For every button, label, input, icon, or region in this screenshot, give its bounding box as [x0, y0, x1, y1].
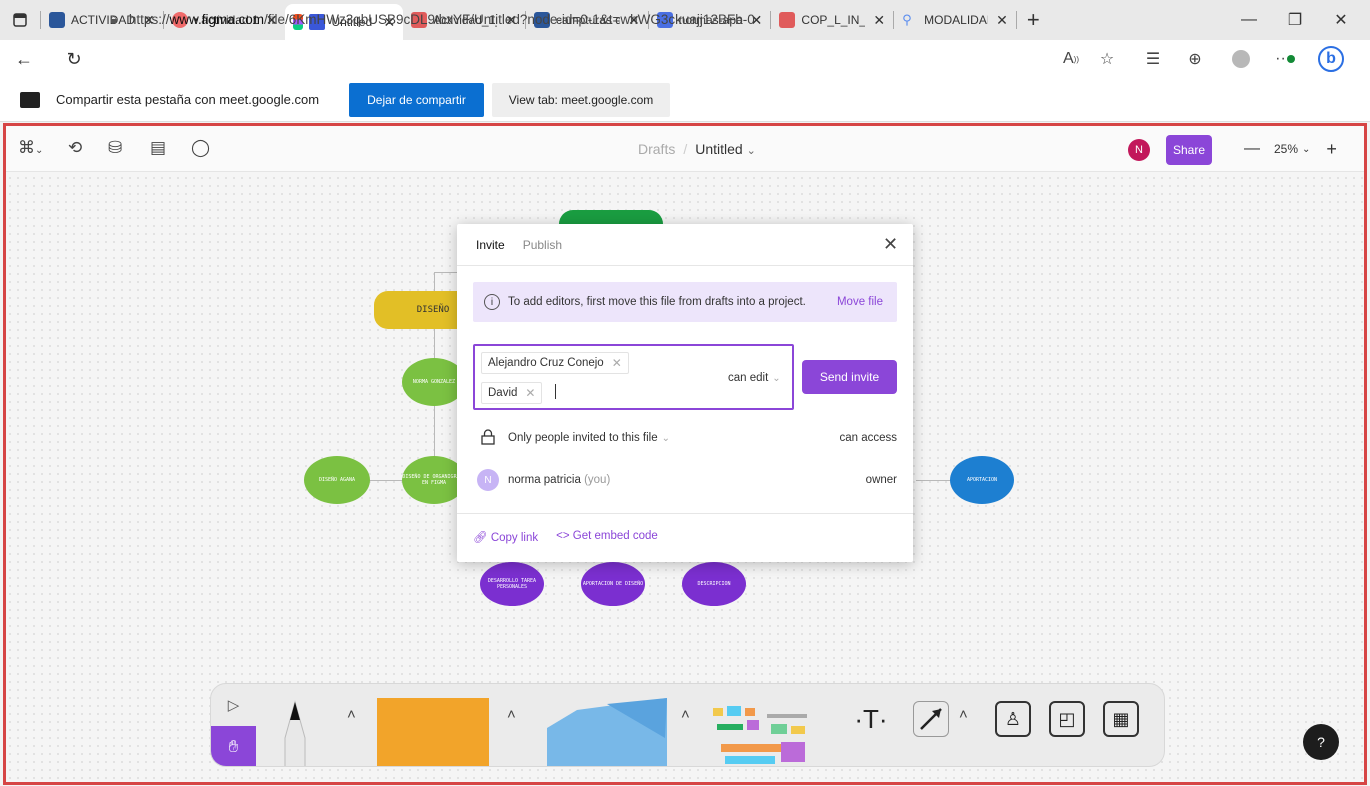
close-icon[interactable]: ✕ — [883, 234, 898, 255]
copy-link-button[interactable]: 🔗︎ Copy link — [473, 530, 538, 544]
templates-icon[interactable] — [711, 702, 821, 766]
stamp-icon[interactable]: ♙ — [995, 701, 1031, 737]
dialog-tabs: Invite Publish — [476, 238, 562, 252]
stamp-tool-icon[interactable]: ⛁ — [108, 138, 122, 158]
info-banner: i To add editors, first move this file f… — [473, 282, 897, 322]
view-tab-button[interactable]: View tab: meet.google.com — [492, 83, 670, 117]
divider — [457, 265, 913, 266]
lock-icon: 🔒︎ — [110, 11, 117, 26]
link-icon: 🔗︎ — [473, 532, 488, 544]
tab-actions-icon[interactable] — [0, 0, 40, 40]
invitee-chip: Alejandro Cruz Conejo ✕ — [481, 352, 629, 374]
access-select[interactable]: Only people invited to this file ⌄ — [508, 432, 670, 444]
dialog-footer-links: 🔗︎ Copy link <> Get embed code — [473, 530, 658, 544]
canvas-node[interactable]: APORTACION DE DISEÑO — [581, 562, 645, 606]
canvas-node[interactable]: DISEÑO AGANA — [304, 456, 370, 504]
connector-tool-icon[interactable] — [913, 701, 949, 737]
table-tool-icon[interactable]: ▦ — [1103, 701, 1139, 737]
creation-toolbar: ▷ ✋︎ ˄ ˄ ˄ ·T· ˄ ♙ ◰ ▦ — [210, 683, 1165, 767]
share-button[interactable]: Share — [1166, 135, 1212, 165]
collections-icon[interactable]: ⊕ — [1180, 44, 1210, 74]
favorite-icon[interactable]: ☆ — [1092, 44, 1122, 74]
text-tool-icon[interactable]: ·T· — [853, 701, 889, 737]
breadcrumb: Drafts / Untitled ⌄ — [638, 141, 756, 157]
divider — [457, 513, 913, 514]
chevron-down-icon: ⌄ — [772, 373, 781, 384]
bing-icon[interactable]: b — [1316, 44, 1346, 74]
chevron-down-icon[interactable]: ⌄ — [747, 145, 756, 157]
minimize-icon[interactable]: — — [1226, 0, 1272, 40]
chevron-up-icon[interactable]: ˄ — [347, 706, 356, 723]
url-field[interactable]: 🔒︎ https://www.figma.com/file/6KmHWz3qbU… — [110, 4, 1110, 34]
actions-icon[interactable]: ⟲ — [68, 138, 82, 158]
share-screen-icon — [20, 92, 40, 108]
comment-icon[interactable]: ◯ — [191, 138, 210, 158]
stop-sharing-button[interactable]: Dejar de compartir — [349, 83, 484, 117]
canvas-node[interactable]: DESCRIPCION — [682, 562, 746, 606]
move-file-link[interactable]: Move file — [837, 296, 883, 308]
chevron-up-icon[interactable]: ˄ — [507, 706, 516, 723]
permission-select[interactable]: can edit ⌄ — [728, 372, 781, 384]
tab-share-bar: Compartir esta pestaña con meet.google.c… — [0, 78, 1370, 122]
file-name[interactable]: Untitled — [695, 141, 742, 157]
text-caret — [555, 384, 556, 399]
back-icon[interactable]: ← — [6, 41, 42, 77]
invitee-chip: David ✕ — [481, 382, 543, 404]
remove-icon[interactable]: ✕ — [525, 386, 535, 400]
lock-icon — [481, 429, 495, 445]
main-menu-icon[interactable]: ⌘⌄ — [18, 138, 43, 158]
zoom-level[interactable]: 25% — [1274, 142, 1298, 156]
layout-icon[interactable]: ▤ — [150, 138, 166, 158]
tab-invite[interactable]: Invite — [476, 238, 505, 252]
read-aloud-icon[interactable]: A)) — [1056, 44, 1086, 74]
figma-toolbar: ⌘⌄ ⟲ ⛁ ▤ ◯ Drafts / Untitled ⌄ N Share — 2… — [6, 126, 1364, 172]
favorites-list-icon[interactable]: ☰ — [1138, 44, 1168, 74]
chevron-down-icon[interactable]: ⌄ — [1302, 144, 1310, 155]
chevron-up-icon[interactable]: ˄ — [959, 706, 968, 723]
shape-tool[interactable] — [547, 698, 667, 766]
embed-code-button[interactable]: <> Get embed code — [556, 530, 658, 544]
close-window-icon[interactable]: ✕ — [1318, 0, 1364, 40]
pen-tool-icon[interactable] — [271, 698, 319, 766]
profile-icon[interactable] — [1226, 44, 1256, 74]
zoom-controls: — 25% ⌄ + — [1234, 133, 1364, 165]
code-icon: <> — [556, 530, 570, 542]
remove-icon[interactable]: ✕ — [612, 356, 622, 370]
send-invite-button[interactable]: Send invite — [802, 360, 897, 394]
info-icon: i — [484, 294, 500, 310]
zoom-out-icon[interactable]: — — [1244, 140, 1260, 158]
member-row: N norma patricia (you) owner — [477, 469, 897, 493]
tab-publish[interactable]: Publish — [523, 238, 562, 252]
restore-icon[interactable]: ❐ — [1272, 0, 1318, 40]
hand-tool-icon[interactable]: ✋︎ — [211, 726, 256, 766]
word-icon — [49, 12, 65, 28]
avatar[interactable]: N — [1128, 139, 1150, 161]
refresh-icon[interactable]: ↻ — [56, 41, 92, 77]
canvas-node[interactable]: DESARROLLO TAREA PERSONALES — [480, 562, 544, 606]
access-row: Only people invited to this file ⌄ can ac… — [481, 429, 897, 449]
chevron-down-icon: ⌄ — [661, 433, 670, 444]
zoom-in-icon[interactable]: + — [1326, 139, 1337, 160]
section-tool-icon[interactable]: ◰ — [1049, 701, 1085, 737]
invite-input[interactable]: Alejandro Cruz Conejo ✕ David ✕ can edit ⌄ — [473, 344, 794, 410]
more-icon[interactable]: ·· — [1270, 44, 1300, 74]
share-dialog: Invite Publish ✕ i To add editors, first … — [457, 224, 913, 562]
chevron-up-icon[interactable]: ˄ — [681, 706, 690, 723]
drafts-link[interactable]: Drafts — [638, 141, 675, 157]
move-tool-icon[interactable]: ▷ — [211, 684, 256, 726]
avatar: N — [477, 469, 499, 491]
canvas-node[interactable]: APORTACION — [950, 456, 1014, 504]
sticky-note-tool[interactable] — [377, 698, 489, 766]
help-button[interactable]: ? — [1303, 724, 1339, 760]
